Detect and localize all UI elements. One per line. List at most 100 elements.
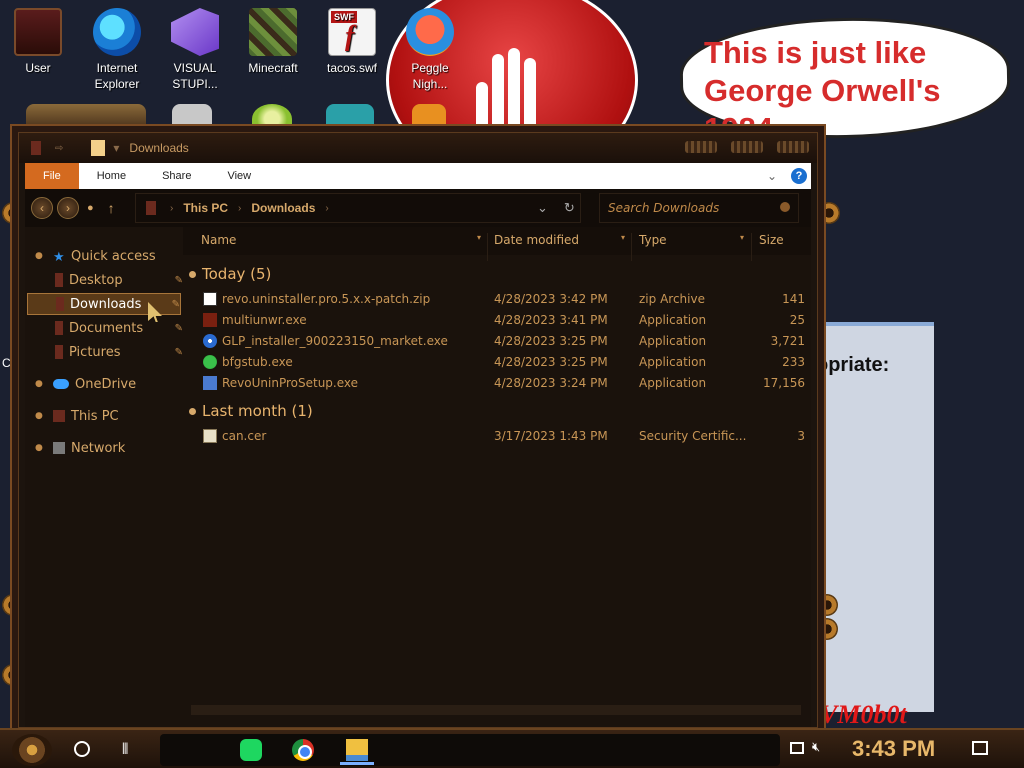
column-header-date-modified[interactable]: Date modified [494, 233, 579, 247]
file-type: Security Certific... [639, 429, 747, 443]
folder-icon [55, 273, 63, 287]
column-header-name[interactable]: Name [201, 233, 236, 247]
file-size: 17,156 [763, 376, 805, 390]
expand-ribbon-chevron-icon[interactable]: ⌄ [767, 169, 777, 183]
nav-item-downloads[interactable]: Downloads ✎ [27, 293, 181, 315]
maximize-button[interactable] [731, 141, 763, 153]
tab-file[interactable]: File [25, 163, 79, 189]
breadcrumb[interactable]: › This PC › Downloads › [135, 193, 581, 223]
address-dropdown-chevron-icon[interactable]: ⌄ [537, 200, 548, 216]
expand-arrow-icon[interactable]: ● [35, 379, 47, 389]
forward-button[interactable]: › [57, 197, 79, 219]
gear-decoration-icon [818, 202, 840, 224]
expand-arrow-icon[interactable]: ● [35, 251, 47, 261]
file-explorer-window[interactable]: ⇨ ▾ Downloads File Home Share View ⌄ ? ‹… [18, 132, 818, 728]
nav-item-label: Network [71, 440, 126, 456]
tab-share[interactable]: Share [144, 163, 209, 189]
desktop-icon-visual-studio[interactable]: VISUAL STUPI... [163, 8, 227, 92]
expand-arrow-icon[interactable]: ● [35, 411, 47, 421]
file-date: 3/17/2023 1:43 PM [494, 429, 608, 443]
file-date: 4/28/2023 3:42 PM [494, 292, 608, 306]
up-button[interactable]: ↑ [108, 200, 115, 216]
breadcrumb-separator[interactable]: › [325, 203, 328, 214]
folder-icon [55, 321, 63, 335]
nav-item-network[interactable]: ● Network [25, 437, 183, 459]
start-button[interactable] [12, 734, 52, 766]
background-window[interactable] [816, 322, 934, 712]
column-filter-chevron-icon[interactable]: ▾ [477, 233, 481, 242]
nav-item-documents[interactable]: Documents ✎ [25, 317, 183, 339]
game-icon[interactable] [326, 104, 374, 134]
file-row[interactable]: GLP_installer_900223150_market.exe 4/28/… [183, 331, 811, 352]
search-icon [780, 202, 790, 212]
column-filter-chevron-icon[interactable]: ▾ [621, 233, 625, 242]
nav-item-label: OneDrive [75, 376, 137, 392]
customize-toolbar-icon[interactable]: ▾ [113, 141, 119, 155]
windows-stack-icon[interactable] [172, 104, 212, 134]
steampunk-icon[interactable] [26, 104, 146, 134]
cortana-icon[interactable] [74, 741, 90, 757]
flash-file-icon [328, 8, 376, 56]
file-type: Application [639, 355, 707, 369]
group-header-last-month[interactable]: Last month (1) [189, 402, 313, 420]
column-divider[interactable] [751, 233, 752, 261]
notification-center-icon[interactable] [972, 741, 988, 755]
help-icon[interactable]: ? [791, 168, 807, 184]
chrome-icon[interactable] [292, 739, 314, 761]
collapse-group-icon[interactable] [189, 270, 196, 278]
gear-decoration-icon [816, 618, 838, 640]
lime-icon[interactable] [252, 104, 292, 134]
column-filter-chevron-icon[interactable]: ▾ [740, 233, 744, 242]
background-window-text: opriate: [816, 354, 890, 376]
desktop-icon-user[interactable]: User [6, 8, 70, 76]
nav-item-quick-access[interactable]: ● ★ Quick access [25, 245, 183, 267]
expand-arrow-icon[interactable]: ● [35, 443, 47, 453]
clock[interactable]: 3:43 PM [852, 736, 935, 762]
column-header-type[interactable]: Type [639, 233, 667, 247]
spotify-icon[interactable] [240, 739, 262, 761]
file-row[interactable]: bfgstub.exe 4/28/2023 3:25 PM Applicatio… [183, 352, 811, 373]
partial-desktop-label: Co [2, 356, 18, 370]
nav-item-pictures[interactable]: Pictures ✎ [25, 341, 183, 363]
tab-home[interactable]: Home [79, 163, 144, 189]
file-row[interactable]: can.cer 3/17/2023 1:43 PM Security Certi… [183, 426, 811, 447]
breadcrumb-separator[interactable]: › [238, 203, 241, 214]
tab-view[interactable]: View [209, 163, 269, 189]
desktop-icon-internet-explorer[interactable]: Internet Explorer [85, 8, 149, 92]
breadcrumb-downloads[interactable]: Downloads [251, 201, 315, 215]
nav-item-label: Pictures [69, 344, 121, 360]
desktop-icon-tacos-swf[interactable]: tacos.swf [320, 8, 384, 76]
refresh-icon[interactable]: ↻ [564, 200, 575, 216]
desktop-icon-minecraft[interactable]: Minecraft [241, 8, 305, 76]
breadcrumb-this-pc[interactable]: This PC [183, 201, 228, 215]
nav-item-onedrive[interactable]: ● OneDrive [25, 373, 183, 395]
quick-access-toolbar-arrow[interactable]: ⇨ [55, 143, 63, 154]
nav-item-desktop[interactable]: Desktop ✎ [25, 269, 183, 291]
desktop-icon-label: tacos.swf [326, 61, 377, 75]
partial-desktop-label: S [10, 472, 19, 486]
volume-muted-icon[interactable]: 🔇︎ [812, 740, 820, 755]
file-row[interactable]: RevoUninProSetup.exe 4/28/2023 3:24 PM A… [183, 373, 811, 394]
collapse-group-icon[interactable] [189, 407, 196, 415]
file-row[interactable]: revo.uninstaller.pro.5.x.x-patch.zip 4/2… [183, 289, 811, 310]
task-view-icon[interactable]: ⫴ [122, 740, 128, 758]
box-icon[interactable] [412, 104, 446, 134]
column-header-size[interactable]: Size [759, 233, 784, 247]
horizontal-scrollbar[interactable] [191, 705, 801, 715]
nav-item-this-pc[interactable]: ● This PC [25, 405, 183, 427]
group-header-today[interactable]: Today (5) [189, 265, 271, 283]
address-bar: ‹ › ● ↑ › This PC › Downloads › ⌄ ↻ Sear… [25, 189, 811, 227]
file-explorer-icon[interactable] [346, 739, 368, 761]
search-input[interactable]: Search Downloads [599, 193, 799, 223]
title-bar[interactable]: ⇨ ▾ Downloads [19, 133, 817, 163]
file-row[interactable]: multiunwr.exe 4/28/2023 3:41 PM Applicat… [183, 310, 811, 331]
desktop-icon-peggle[interactable]: Peggle Nigh... [398, 8, 462, 92]
column-divider[interactable] [487, 233, 488, 261]
close-button[interactable] [777, 141, 809, 153]
minimize-button[interactable] [685, 141, 717, 153]
recent-locations-icon[interactable]: ● [87, 202, 94, 214]
back-button[interactable]: ‹ [31, 197, 53, 219]
column-divider[interactable] [631, 233, 632, 261]
network-tray-icon[interactable] [790, 742, 804, 754]
breadcrumb-separator[interactable]: › [170, 203, 173, 214]
